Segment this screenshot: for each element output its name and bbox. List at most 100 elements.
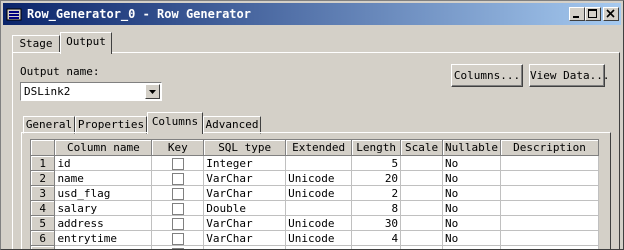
cell-nullable[interactable]: No xyxy=(442,155,502,171)
row-number[interactable]: 1 xyxy=(31,155,56,171)
cell-column-name[interactable] xyxy=(54,245,153,249)
cell-extended[interactable] xyxy=(285,245,353,249)
cell-description[interactable] xyxy=(500,245,599,249)
table-row[interactable]: 3 usd_flag VarChar Unicode 2 No xyxy=(31,185,599,201)
cell-nullable[interactable]: No xyxy=(442,185,502,201)
cell-length[interactable]: 5 xyxy=(351,155,402,171)
title-bar[interactable]: Row_Generator_0 - Row Generator xyxy=(3,3,621,25)
output-name-value: DSLink2 xyxy=(24,85,71,98)
cell-scale[interactable] xyxy=(400,215,444,231)
cell-key[interactable] xyxy=(151,170,205,186)
cell-description[interactable] xyxy=(500,170,599,186)
header-nullable[interactable]: Nullable xyxy=(442,140,502,156)
cell-scale[interactable] xyxy=(400,170,444,186)
key-checkbox[interactable] xyxy=(171,157,184,170)
cell-extended[interactable] xyxy=(285,200,353,216)
header-sql-type[interactable]: SQL type xyxy=(203,140,287,156)
output-name-select[interactable]: DSLink2 xyxy=(20,82,162,101)
cell-length[interactable]: 8 xyxy=(351,200,402,216)
cell-description[interactable] xyxy=(500,155,599,171)
cell-sql-type[interactable] xyxy=(203,245,287,249)
header-column-name[interactable]: Column name xyxy=(54,140,153,156)
cell-nullable[interactable] xyxy=(442,245,502,249)
grid-header-row: Column name Key SQL type Extended Length… xyxy=(31,140,599,156)
cell-key[interactable] xyxy=(151,230,205,246)
cell-scale[interactable] xyxy=(400,245,444,249)
table-row[interactable]: 2 name VarChar Unicode 20 No xyxy=(31,170,599,186)
tab-output[interactable]: Output xyxy=(60,32,112,54)
key-checkbox[interactable] xyxy=(171,187,184,200)
header-description[interactable]: Description xyxy=(500,140,599,156)
minimize-button[interactable] xyxy=(569,7,585,21)
cell-nullable[interactable]: No xyxy=(442,215,502,231)
header-scale[interactable]: Scale xyxy=(400,140,444,156)
key-checkbox[interactable] xyxy=(171,172,184,185)
cell-length[interactable]: 30 xyxy=(351,215,402,231)
row-number[interactable]: 5 xyxy=(31,215,56,231)
cell-nullable[interactable]: No xyxy=(442,170,502,186)
cell-sql-type[interactable]: Double xyxy=(203,200,287,216)
key-checkbox[interactable] xyxy=(171,232,184,245)
key-checkbox[interactable] xyxy=(171,202,184,215)
cell-scale[interactable] xyxy=(400,185,444,201)
table-row[interactable]: 6 entrytime VarChar Unicode 4 No xyxy=(31,230,599,246)
cell-column-name[interactable]: salary xyxy=(54,200,153,216)
cell-scale[interactable] xyxy=(400,155,444,171)
cell-nullable[interactable]: No xyxy=(442,230,502,246)
cell-key[interactable] xyxy=(151,155,205,171)
cell-scale[interactable] xyxy=(400,200,444,216)
cell-sql-type[interactable]: VarChar xyxy=(203,185,287,201)
cell-length[interactable]: 20 xyxy=(351,170,402,186)
cell-description[interactable] xyxy=(500,200,599,216)
cell-description[interactable] xyxy=(500,215,599,231)
row-number[interactable]: 6 xyxy=(31,230,56,246)
cell-extended[interactable]: Unicode xyxy=(285,185,353,201)
cell-column-name[interactable]: address xyxy=(54,215,153,231)
cell-length[interactable]: 2 xyxy=(351,185,402,201)
table-row[interactable]: 5 address VarChar Unicode 30 No xyxy=(31,215,599,231)
cell-column-name[interactable]: id xyxy=(54,155,153,171)
cell-description[interactable] xyxy=(500,185,599,201)
row-number[interactable]: 4 xyxy=(31,200,56,216)
cell-extended[interactable]: Unicode xyxy=(285,230,353,246)
tab-stage[interactable]: Stage xyxy=(12,35,60,53)
cell-sql-type[interactable]: Integer xyxy=(203,155,287,171)
table-row[interactable]: 4 salary Double 8 No xyxy=(31,200,599,216)
row-number[interactable] xyxy=(31,245,56,249)
header-key[interactable]: Key xyxy=(151,140,205,156)
cell-key[interactable] xyxy=(151,215,205,231)
cell-scale[interactable] xyxy=(400,230,444,246)
tab-columns[interactable]: Columns xyxy=(147,112,203,134)
columns-button[interactable]: Columns... xyxy=(451,64,523,87)
cell-key[interactable] xyxy=(151,200,205,216)
cell-column-name[interactable]: usd_flag xyxy=(54,185,153,201)
cell-length[interactable] xyxy=(351,245,402,249)
cell-column-name[interactable]: entrytime xyxy=(54,230,153,246)
row-generator-window: Row_Generator_0 - Row Generator Stage Ou… xyxy=(0,0,624,250)
cell-key[interactable] xyxy=(151,185,205,201)
cell-extended[interactable]: Unicode xyxy=(285,170,353,186)
table-row-empty[interactable] xyxy=(31,245,599,249)
key-checkbox[interactable] xyxy=(171,217,184,230)
tab-columns-label: Columns xyxy=(151,115,199,128)
cell-extended[interactable] xyxy=(285,155,353,171)
cell-key[interactable] xyxy=(151,245,205,249)
row-number[interactable]: 3 xyxy=(31,185,56,201)
cell-length[interactable]: 4 xyxy=(351,230,402,246)
dropdown-button[interactable] xyxy=(145,84,160,99)
header-extended[interactable]: Extended xyxy=(285,140,353,156)
cell-sql-type[interactable]: VarChar xyxy=(203,230,287,246)
cell-description[interactable] xyxy=(500,230,599,246)
cell-nullable[interactable]: No xyxy=(442,200,502,216)
cell-column-name[interactable]: name xyxy=(54,170,153,186)
table-row[interactable]: 1 id Integer 5 No xyxy=(31,155,599,171)
columns-grid[interactable]: Column name Key SQL type Extended Length… xyxy=(30,139,599,249)
view-data-button[interactable]: View Data... xyxy=(529,64,609,87)
row-number[interactable]: 2 xyxy=(31,170,56,186)
cell-extended[interactable]: Unicode xyxy=(285,215,353,231)
cell-sql-type[interactable]: VarChar xyxy=(203,215,287,231)
close-button[interactable] xyxy=(603,7,619,21)
header-length[interactable]: Length xyxy=(351,140,402,156)
cell-sql-type[interactable]: VarChar xyxy=(203,170,287,186)
maximize-button[interactable] xyxy=(585,7,601,21)
